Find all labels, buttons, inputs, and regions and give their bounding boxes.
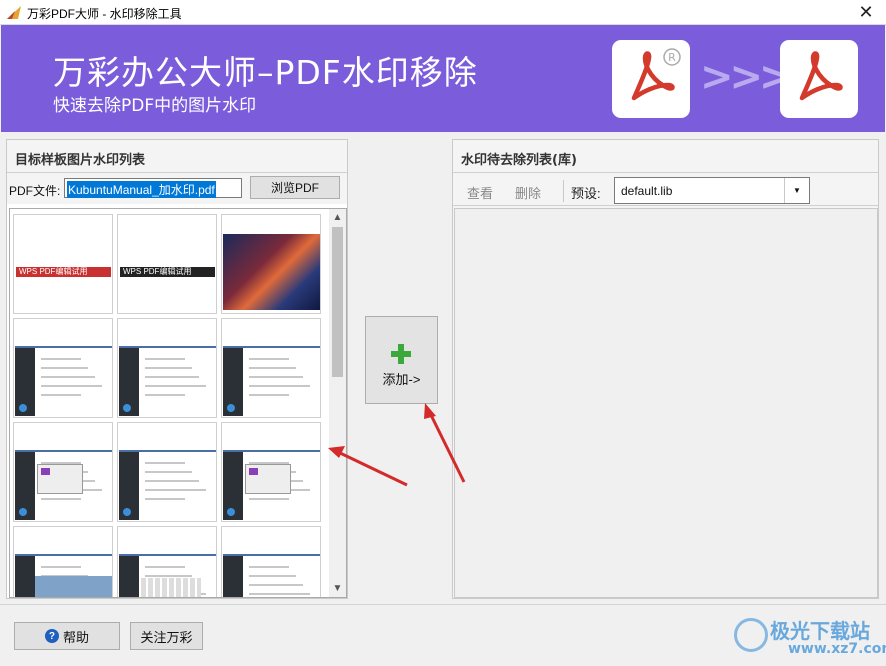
pdf-file-input[interactable]: KubuntuManual_加水印.pdf — [64, 178, 242, 198]
scroll-up-icon[interactable]: ▲ — [329, 209, 346, 226]
vertical-scrollbar[interactable]: ▲ ▼ — [329, 209, 346, 597]
right-panel-header: 水印待去除列表(库) — [453, 140, 878, 173]
annotation-arrow-left — [337, 450, 408, 487]
doc-page-preview — [223, 554, 320, 597]
template-watermark-panel: 目标样板图片水印列表 PDF文件: KubuntuManual_加水印.pdf … — [6, 139, 348, 599]
doc-page-preview — [119, 450, 216, 520]
doc-page-preview — [119, 346, 216, 416]
page-thumbnail[interactable] — [13, 318, 113, 418]
pdf-file-row: PDF文件: KubuntuManual_加水印.pdf 浏览PDF — [7, 173, 347, 204]
pdf-file-label: PDF文件: — [9, 184, 61, 198]
browse-pdf-button[interactable]: 浏览PDF — [250, 176, 340, 199]
pdf-logo-tile — [780, 40, 858, 118]
removal-list-panel: 水印待去除列表(库) 查看 删除 预设: default.lib ▼ — [452, 139, 879, 599]
arrows-glyph: >>> — [700, 54, 793, 100]
acrobat-icon: R — [631, 48, 681, 101]
annotation-arrowhead-up — [424, 403, 436, 419]
page-thumbnail[interactable]: WPS PDF编辑试用 — [13, 214, 113, 314]
doc-page-preview — [119, 554, 216, 597]
watermark-sample: WPS PDF编辑试用 — [120, 267, 215, 277]
follow-button[interactable]: 关注万彩 — [130, 622, 203, 650]
watermark-sample: WPS PDF编辑试用 — [16, 267, 111, 277]
page-thumbnail[interactable] — [117, 318, 217, 418]
header-banner: 万彩办公大师–PDF水印移除 快速去除PDF中的图片水印 R >>> — [1, 25, 885, 132]
view-button[interactable]: 查看 — [467, 183, 493, 202]
page-thumbnail[interactable] — [221, 422, 321, 522]
pdf-logo-tile-registered: R — [612, 40, 690, 118]
toolbar-divider — [563, 180, 564, 202]
removal-list[interactable] — [454, 208, 878, 598]
help-icon: ? — [44, 629, 59, 643]
plus-icon — [391, 344, 411, 364]
app-logo-icon — [7, 6, 21, 19]
window-title: 万彩PDF大师 - 水印移除工具 — [27, 7, 182, 21]
left-panel-header: 目标样板图片水印列表 — [7, 140, 347, 173]
preset-select[interactable]: default.lib ▼ — [614, 177, 810, 204]
site-logo-icon — [734, 618, 768, 652]
help-button[interactable]: ? 帮助 — [14, 622, 120, 650]
doc-page-preview — [223, 450, 320, 520]
help-label: 帮助 — [62, 629, 89, 645]
banner-subtitle: 快速去除PDF中的图片水印 — [53, 96, 257, 116]
svg-text:R: R — [668, 51, 676, 64]
add-button-label: 添加-> — [382, 372, 421, 387]
thumbnail-grid[interactable]: WPS PDF编辑试用 WPS PDF编辑试用 ▲ ▼ — [9, 208, 347, 598]
delete-button[interactable]: 删除 — [515, 183, 541, 202]
page-thumbnail[interactable]: WPS PDF编辑试用 — [117, 214, 217, 314]
site-watermark: 极光下载站 www.xz7.com — [730, 612, 886, 662]
pdf-file-value: KubuntuManual_加水印.pdf — [67, 181, 216, 198]
chevron-down-icon[interactable]: ▼ — [784, 178, 809, 203]
wallpaper-image — [223, 234, 320, 310]
page-thumbnail[interactable] — [13, 526, 113, 597]
page-thumbnail[interactable] — [221, 214, 321, 314]
site-watermark-url: www.xz7.com — [788, 641, 886, 657]
doc-page-preview — [223, 346, 320, 416]
page-thumbnail[interactable] — [221, 318, 321, 418]
scroll-down-icon[interactable]: ▼ — [329, 580, 346, 597]
preset-value: default.lib — [621, 184, 673, 198]
preset-label: 预设: — [571, 186, 601, 201]
title-bar: 万彩PDF大师 - 水印移除工具 ✕ — [0, 0, 886, 25]
banner-title: 万彩办公大师–PDF水印移除 — [53, 53, 478, 92]
page-thumbnail[interactable] — [117, 526, 217, 597]
page-thumbnail[interactable] — [117, 422, 217, 522]
close-button[interactable]: ✕ — [846, 0, 886, 25]
page-thumbnail[interactable] — [13, 422, 113, 522]
doc-page-preview — [15, 450, 112, 520]
add-button[interactable]: 添加-> — [365, 316, 438, 404]
acrobat-icon — [799, 51, 843, 101]
doc-page-preview — [15, 554, 112, 597]
doc-page-preview — [15, 346, 112, 416]
page-thumbnail[interactable] — [221, 526, 321, 597]
list-toolbar: 查看 删除 预设: default.lib ▼ — [453, 173, 878, 206]
site-watermark-name: 极光下载站 — [770, 619, 870, 643]
scrollbar-thumb[interactable] — [332, 227, 343, 377]
